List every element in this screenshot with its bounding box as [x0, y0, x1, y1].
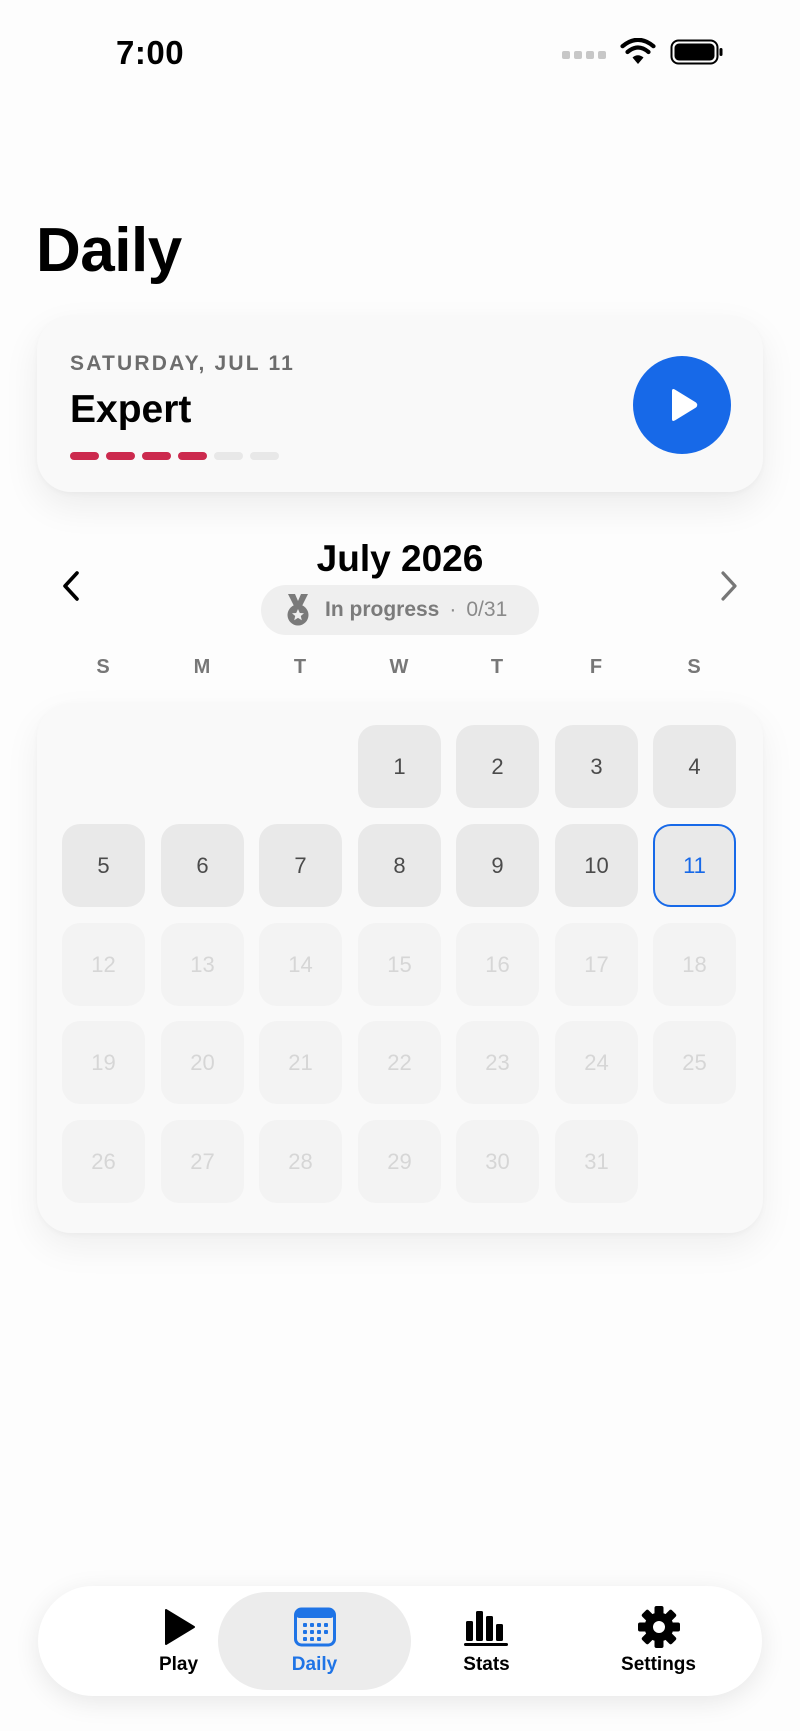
chevron-right-icon	[721, 571, 737, 601]
difficulty-segment	[214, 452, 243, 460]
status-bar: 7:00	[0, 0, 800, 110]
calendar-day: 24	[555, 1021, 638, 1104]
calendar-day: 26	[62, 1120, 145, 1203]
challenge-difficulty: Expert	[70, 388, 192, 431]
calendar-day[interactable]: 1	[358, 725, 441, 808]
daily-challenge-card[interactable]: SATURDAY, JUL 11 Expert	[37, 316, 763, 492]
bar-chart-icon	[463, 1611, 508, 1646]
calendar-day: 16	[456, 923, 539, 1006]
calendar-day: 17	[555, 923, 638, 1006]
calendar-day: 28	[259, 1120, 342, 1203]
calendar-day[interactable]: 9	[456, 824, 539, 907]
calendar-day: 22	[358, 1021, 441, 1104]
battery-icon	[670, 39, 723, 65]
calendar-icon	[293, 1607, 336, 1647]
calendar-day[interactable]: 3	[555, 725, 638, 808]
calendar-day: 30	[456, 1120, 539, 1203]
calendar-day: 14	[259, 923, 342, 1006]
calendar-day: 12	[62, 923, 145, 1006]
play-daily-button[interactable]	[633, 356, 731, 454]
page-title: Daily	[36, 216, 182, 285]
difficulty-segment	[178, 452, 207, 460]
calendar-day-today[interactable]: 11	[653, 824, 736, 907]
calendar-day: 29	[358, 1120, 441, 1203]
challenge-date: SATURDAY, JUL 11	[70, 352, 296, 375]
cellular-signal-icon	[562, 51, 606, 59]
difficulty-segment	[142, 452, 171, 460]
calendar-day: 20	[161, 1021, 244, 1104]
difficulty-meter	[70, 452, 279, 460]
calendar-day[interactable]: 7	[259, 824, 342, 907]
progress-separator: ·	[449, 598, 457, 621]
calendar-day: 31	[555, 1120, 638, 1203]
calendar-day[interactable]: 10	[555, 824, 638, 907]
calendar-day: 15	[358, 923, 441, 1006]
gear-icon	[637, 1606, 680, 1648]
difficulty-segment	[250, 452, 279, 460]
weekday-label: M	[193, 656, 211, 678]
weekday-label: S	[96, 656, 110, 678]
calendar-day: 21	[259, 1021, 342, 1104]
calendar-day: 25	[653, 1021, 736, 1104]
difficulty-segment	[70, 452, 99, 460]
tab-label: Play	[158, 1654, 199, 1675]
play-icon	[672, 389, 698, 421]
calendar-day: 23	[456, 1021, 539, 1104]
calendar-day[interactable]: 2	[456, 725, 539, 808]
status-time: 7:00	[116, 34, 185, 71]
difficulty-segment	[106, 452, 135, 460]
tab-stats[interactable]: Stats	[390, 1592, 583, 1690]
calendar-day[interactable]: 5	[62, 824, 145, 907]
next-month-button[interactable]	[714, 566, 744, 606]
weekday-label: S	[687, 656, 701, 678]
calendar-day[interactable]: 6	[161, 824, 244, 907]
progress-count: 0/31	[466, 598, 508, 621]
calendar-grid: 1 2 3 4 5 6 7 8 9 10 11 12 13 14 15 16 17 18 19 20 21 22 23 24 2…	[37, 703, 763, 1233]
tab-label: Settings	[621, 1654, 696, 1675]
calendar-day: 13	[161, 923, 244, 1006]
weekday-label: T	[293, 656, 307, 678]
calendar-day: 18	[653, 923, 736, 1006]
wifi-icon	[620, 38, 656, 64]
status-icons	[562, 38, 724, 66]
weekday-label: T	[490, 656, 504, 678]
calendar-day[interactable]: 8	[358, 824, 441, 907]
tab-bar: Play Daily Stats Settings	[38, 1586, 762, 1696]
calendar-day[interactable]: 4	[653, 725, 736, 808]
play-icon	[164, 1609, 195, 1645]
calendar-day: 19	[62, 1021, 145, 1104]
progress-status: In progress	[325, 598, 440, 621]
medal-icon	[287, 594, 309, 626]
month-progress-badge: In progress · 0/31	[261, 585, 539, 635]
tab-settings[interactable]: Settings	[562, 1592, 755, 1690]
weekday-label: F	[589, 656, 603, 678]
weekday-label: W	[389, 656, 409, 678]
tab-label: Stats	[463, 1654, 510, 1675]
calendar-day: 27	[161, 1120, 244, 1203]
tab-daily[interactable]: Daily	[218, 1592, 411, 1690]
tab-label: Daily	[291, 1654, 338, 1675]
month-title: July 2026	[316, 538, 484, 579]
